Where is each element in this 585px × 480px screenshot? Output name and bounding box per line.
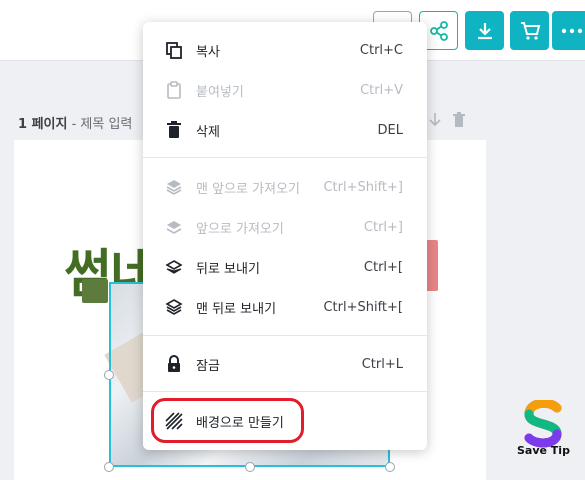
download-icon	[477, 22, 492, 39]
page-trash-icon[interactable]	[452, 112, 466, 132]
page-title-input[interactable]: - 제목 입력	[72, 117, 133, 132]
menu-item-label: 맨 앞으로 가져오기	[196, 181, 300, 197]
page-label: 1 페이지 - 제목 입력	[18, 113, 132, 132]
page-number: 1 페이지	[18, 117, 68, 132]
menu-item-label: 맨 뒤로 보내기	[196, 301, 277, 317]
menu-item-lock[interactable]: 잠금 Ctrl+L	[143, 345, 427, 383]
copy-icon	[164, 40, 184, 60]
resize-handle-bottom-right[interactable]	[385, 462, 395, 472]
menu-item-label: 붙여넣기	[196, 84, 244, 100]
menu-item-label: 복사	[196, 44, 220, 60]
layers-back-icon	[164, 297, 184, 317]
menu-item-shortcut: Ctrl+V	[360, 82, 403, 98]
menu-item-label: 뒤로 보내기	[196, 261, 260, 277]
menu-item-send-to-back[interactable]: 맨 뒤로 보내기 Ctrl+Shift+[	[143, 288, 427, 326]
cart-icon	[520, 21, 540, 40]
menu-item-shortcut: Ctrl+]	[363, 219, 403, 235]
menu-item-shortcut: Ctrl+Shift+]	[323, 179, 403, 195]
resize-handle-bottom-left[interactable]	[104, 462, 114, 472]
context-menu: 복사 Ctrl+C 붙여넣기 Ctrl+V 삭제 DEL 맨 앞으로 가져오기 …	[143, 22, 427, 450]
menu-item-label: 앞으로 가져오기	[196, 221, 284, 237]
menu-item-label: 삭제	[196, 124, 220, 140]
resize-handle-left[interactable]	[104, 370, 114, 380]
menu-separator	[143, 157, 427, 158]
menu-item-bring-to-front[interactable]: 맨 앞으로 가져오기 Ctrl+Shift+]	[143, 168, 427, 206]
highlight-annotation	[151, 398, 304, 443]
clipboard-icon	[164, 80, 184, 100]
more-button[interactable]	[552, 11, 585, 50]
more-dots-icon	[561, 28, 583, 33]
page-tools	[428, 112, 466, 132]
menu-separator	[143, 335, 427, 336]
menu-item-send-backward[interactable]: 뒤로 보내기 Ctrl+[	[143, 248, 427, 286]
share-icon	[429, 20, 448, 41]
layer-backward-icon	[164, 257, 184, 277]
menu-item-shortcut: Ctrl+Shift+[	[323, 299, 403, 315]
menu-item-paste[interactable]: 붙여넣기 Ctrl+V	[143, 71, 427, 109]
layers-front-icon	[164, 177, 184, 197]
trash-icon	[164, 120, 184, 140]
menu-item-shortcut: Ctrl+[	[363, 259, 403, 275]
green-shape[interactable]	[82, 279, 108, 303]
cart-button[interactable]	[510, 11, 549, 50]
resize-handle-bottom[interactable]	[245, 462, 255, 472]
arrow-down-icon[interactable]	[428, 112, 442, 132]
menu-item-shortcut: Ctrl+L	[361, 356, 403, 372]
menu-item-shortcut: DEL	[377, 122, 403, 138]
menu-separator	[143, 391, 427, 392]
menu-item-label: 잠금	[196, 358, 220, 374]
savetip-watermark-text: Save Tip	[517, 444, 570, 457]
menu-item-shortcut: Ctrl+C	[359, 42, 403, 58]
menu-item-copy[interactable]: 복사 Ctrl+C	[143, 31, 427, 69]
menu-item-delete[interactable]: 삭제 DEL	[143, 111, 427, 149]
download-button[interactable]	[465, 11, 504, 50]
lock-icon	[164, 354, 184, 374]
menu-item-bring-forward[interactable]: 앞으로 가져오기 Ctrl+]	[143, 208, 427, 246]
layer-forward-icon	[164, 217, 184, 237]
savetip-logo-icon	[524, 400, 562, 448]
